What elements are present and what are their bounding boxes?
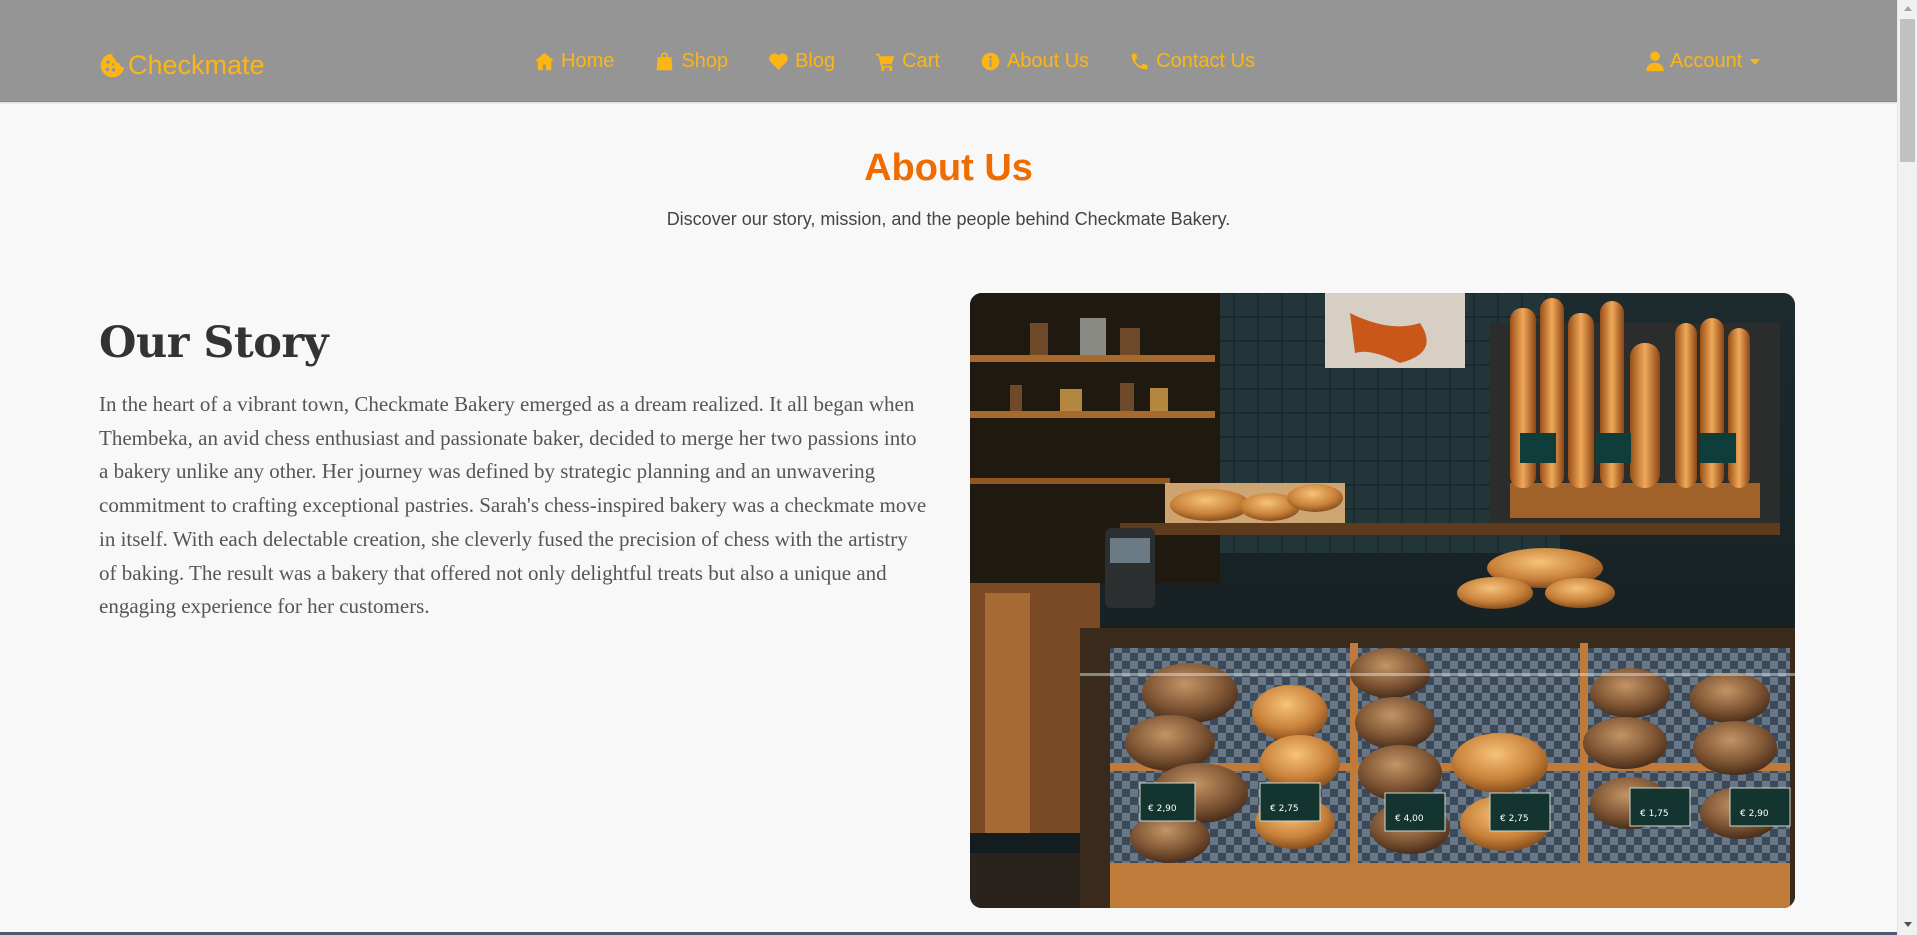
nav-about-label: About Us xyxy=(1006,50,1090,72)
nav-cart-label: Cart xyxy=(902,50,940,72)
page-title: About Us xyxy=(864,147,1033,189)
nav-blog[interactable]: Blog xyxy=(768,50,835,73)
page-subtitle: Discover our story, mission, and the peo… xyxy=(666,209,1231,229)
price-tag-5: € 2,90 xyxy=(1740,809,1769,819)
vertical-scrollbar[interactable] xyxy=(1897,0,1917,935)
scroll-up-arrow-icon[interactable] xyxy=(1904,6,1912,11)
story-body: In the heart of a vibrant town, Checkmat… xyxy=(99,392,927,619)
navbar: Checkmate Home Shop Blog Cart About Us C… xyxy=(0,0,1897,102)
nav-cart[interactable]: Cart xyxy=(875,50,940,73)
bakery-image: € 2,75 € 4,00 € 2,75 € 1,75 € 2,90 € 2,9… xyxy=(970,293,1795,908)
nav-home-label: Home xyxy=(561,50,615,72)
scroll-down-arrow-icon[interactable] xyxy=(1904,922,1912,927)
nav-about[interactable]: About Us xyxy=(980,50,1089,73)
main-nav: Home Shop Blog Cart About Us Contact Us xyxy=(534,50,1295,73)
phone-icon xyxy=(1131,53,1148,70)
nav-blog-label: Blog xyxy=(795,50,836,72)
account-label: Account xyxy=(1670,50,1743,72)
caret-down-icon xyxy=(1750,58,1761,65)
price-tag-3: € 2,75 xyxy=(1500,814,1529,824)
account-dropdown[interactable]: Account xyxy=(1646,50,1761,73)
story-heading: Our Story xyxy=(99,318,329,368)
nav-contact-label: Contact Us xyxy=(1156,50,1256,72)
shopping-bag-icon xyxy=(656,52,673,71)
price-tag-6: € 2,90 xyxy=(1148,804,1177,814)
home-icon xyxy=(534,52,555,71)
cookie-icon xyxy=(100,53,125,78)
price-tag-1: € 2,75 xyxy=(1270,804,1299,814)
heart-icon xyxy=(769,53,788,70)
scrollbar-thumb[interactable] xyxy=(1900,19,1915,162)
nav-shop-label: Shop xyxy=(681,50,729,72)
info-circle-icon xyxy=(981,52,1000,71)
nav-home[interactable]: Home xyxy=(534,50,614,73)
brand-link[interactable]: Checkmate xyxy=(99,50,265,81)
price-tag-2: € 4,00 xyxy=(1395,814,1424,824)
brand-name: Checkmate xyxy=(128,50,265,80)
nav-shop[interactable]: Shop xyxy=(654,50,728,73)
cart-icon xyxy=(875,53,895,71)
nav-contact[interactable]: Contact Us xyxy=(1129,50,1255,73)
price-tag-4: € 1,75 xyxy=(1640,809,1669,819)
user-icon xyxy=(1646,51,1664,72)
